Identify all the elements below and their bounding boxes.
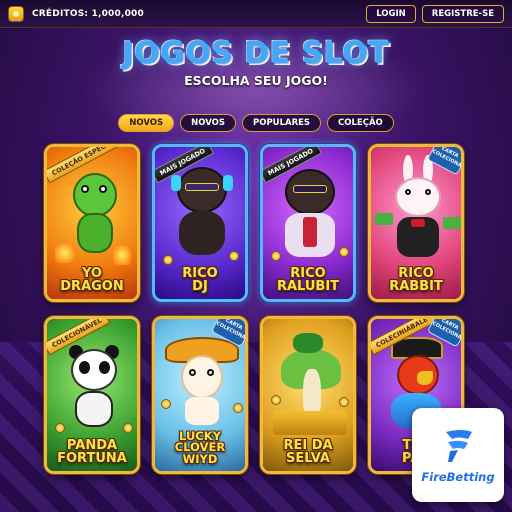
hero: JOGOS DE SLOT ESCOLHA SEU JOGO! — [0, 36, 512, 88]
game-title-line: RABBIT — [389, 279, 443, 294]
top-bar: CRÉDITOS: 1,000,000 LOGIN REGISTRE-SE — [0, 0, 512, 28]
filter-tabs: NOVOS NOVOS POPULARES COLEÇÃO — [0, 114, 512, 132]
tab-populares[interactable]: POPULARES — [241, 114, 322, 132]
game-card-rico-rabbit[interactable]: CARTA COLECIONÁVEL RICO RABBIT — [368, 144, 464, 302]
game-card-panda-fortuna[interactable]: COLECIONÁVEL PANDA FORTUNA — [44, 316, 140, 474]
game-card-rico-dj[interactable]: MAIS JOGADO RICO DJ — [152, 144, 248, 302]
game-title: RICO RABBIT — [371, 267, 461, 293]
game-title: RICO RALUBIT — [263, 267, 353, 293]
game-title-line: DRAGON — [60, 279, 124, 294]
coin-icon — [8, 5, 24, 22]
game-title: PANDA FORTUNA — [47, 439, 137, 465]
game-title-line: DJ — [192, 279, 208, 294]
game-title-line: SELVA — [286, 451, 330, 466]
game-card-rico-ralubit[interactable]: MAIS JOGADO RICO RALUBIT — [260, 144, 356, 302]
game-title: LUCKY CLOVER WIYD — [155, 430, 245, 466]
game-title: REI DA SELVA — [263, 439, 353, 465]
tab-novos[interactable]: NOVOS — [180, 114, 236, 132]
credits-balance: CRÉDITOS: 1,000,000 — [32, 8, 144, 19]
tab-novos-active[interactable]: NOVOS — [118, 114, 175, 132]
game-card-yo-dragon[interactable]: COLEÇÃO ESPECIAL YO DRAGON — [44, 144, 140, 302]
game-grid: COLEÇÃO ESPECIAL YO DRAGON MAIS JOGADO R… — [44, 144, 468, 474]
game-card-rei-da-selva[interactable]: REI DA SELVA — [260, 316, 356, 474]
page-subtitle: ESCOLHA SEU JOGO! — [184, 73, 328, 88]
game-title-line: WIYD — [182, 451, 218, 466]
brand-name: FireBetting — [421, 470, 495, 484]
game-title: YO DRAGON — [47, 267, 137, 293]
flame-logo-icon — [446, 430, 472, 462]
tab-colecao[interactable]: COLEÇÃO — [327, 114, 394, 132]
firebetting-logo: FireBetting — [412, 408, 504, 502]
game-card-lucky-clover[interactable]: CARTA COLECIONÁVEL LUCKY CLOVER WIYD — [152, 316, 248, 474]
register-button[interactable]: REGISTRE-SE — [421, 4, 504, 23]
login-button[interactable]: LOGIN — [366, 4, 416, 23]
game-title-line: RALUBIT — [276, 279, 340, 294]
page-title: JOGOS DE SLOT — [122, 36, 390, 71]
game-title-line: FORTUNA — [57, 451, 127, 466]
game-title: RICO DJ — [155, 267, 245, 293]
